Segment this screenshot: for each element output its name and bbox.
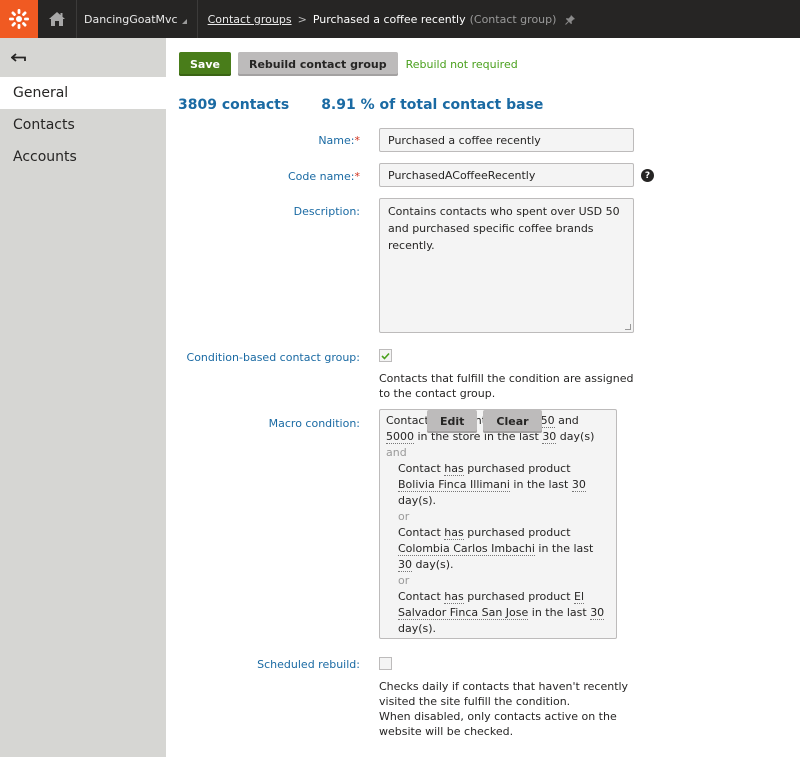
save-button[interactable]: Save xyxy=(179,52,231,76)
scheduled-rebuild-checkbox[interactable] xyxy=(379,657,392,670)
macro-condition-label: Macro condition: xyxy=(268,417,360,430)
condition-based-checkbox[interactable] xyxy=(379,349,392,362)
code-name-label-text: Code name: xyxy=(287,170,355,183)
code-name-label: Code name:* xyxy=(288,170,360,183)
breadcrumb-separator: > xyxy=(297,12,307,26)
site-selector[interactable]: DancingGoatMvc xyxy=(77,0,198,38)
toolbar: Save Rebuild contact group Rebuild not r… xyxy=(179,52,518,76)
contacts-count: 3809 contacts xyxy=(178,97,290,113)
code-name-input[interactable]: PurchasedACoffeeRecently xyxy=(379,163,634,187)
name-label-text: Name: xyxy=(318,134,355,147)
macro-operator-or: or xyxy=(398,574,410,587)
back-button[interactable] xyxy=(0,38,166,77)
contact-base-percentage: 8.91 % of total contact base xyxy=(321,97,544,113)
macro-operator-or: or xyxy=(386,637,610,638)
back-arrow-icon xyxy=(11,52,26,62)
macro-rule-product: Contact has purchased product Bolivia Fi… xyxy=(398,462,586,507)
top-bar: DancingGoatMvc Contact groups > Purchase… xyxy=(0,0,800,38)
macro-param-product[interactable]: Colombia Carlos Imbachi xyxy=(398,542,535,556)
name-input[interactable]: Purchased a coffee recently xyxy=(379,128,634,152)
sidebar-item-accounts[interactable]: Accounts xyxy=(0,141,166,173)
kentico-logo[interactable] xyxy=(0,0,38,38)
help-icon[interactable]: ? xyxy=(641,169,654,182)
macro-rule-product: Contact has purchased product Colombia C… xyxy=(398,526,594,572)
main-content: Save Rebuild contact group Rebuild not r… xyxy=(166,38,800,757)
macro-operator-or: or xyxy=(398,510,410,523)
breadcrumb-current: Purchased a coffee recently xyxy=(312,12,466,26)
scheduled-rebuild-label: Scheduled rebuild: xyxy=(257,658,360,671)
macro-param-product[interactable]: Bolivia Finca Illimani xyxy=(398,478,510,492)
sidebar-item-label: General xyxy=(13,85,69,101)
breadcrumb: Contact groups > Purchased a coffee rece… xyxy=(198,0,577,38)
macro-param-max[interactable]: 5000 xyxy=(386,430,414,444)
kentico-logo-icon xyxy=(9,9,29,29)
macro-condition-box[interactable]: Contact has spent between 50 and 5000 in… xyxy=(379,409,617,639)
contact-stats: 3809 contacts 8.91 % of total contact ba… xyxy=(178,97,543,113)
macro-param-has[interactable]: has xyxy=(444,590,464,604)
macro-operator-and: and xyxy=(386,446,407,459)
macro-param-has[interactable]: has xyxy=(444,462,464,476)
scheduled-rebuild-hint: Checks daily if contacts that haven't re… xyxy=(379,679,639,739)
condition-based-label: Condition-based contact group: xyxy=(186,351,360,364)
caret-down-icon xyxy=(181,19,187,24)
resize-handle[interactable] xyxy=(625,324,631,330)
edit-macro-button[interactable]: Edit xyxy=(427,410,478,433)
breadcrumb-contact-groups-link[interactable]: Contact groups xyxy=(208,13,292,26)
description-label: Description: xyxy=(293,205,360,218)
description-textarea[interactable]: Contains contacts who spent over USD 50 … xyxy=(379,198,634,333)
checkmark-icon xyxy=(381,352,390,360)
sidebar-item-contacts[interactable]: Contacts xyxy=(0,109,166,141)
macro-param-days[interactable]: 30 xyxy=(398,558,412,572)
pin-button[interactable] xyxy=(565,14,576,25)
description-text: Contains contacts who spent over USD 50 … xyxy=(388,205,620,252)
sidebar-item-label: Contacts xyxy=(13,117,75,133)
required-marker: * xyxy=(354,170,361,183)
macro-buttons: Edit Clear xyxy=(427,410,548,433)
required-marker: * xyxy=(354,134,361,147)
pin-icon xyxy=(565,14,576,25)
home-button[interactable] xyxy=(38,0,77,38)
condition-based-hint: Contacts that fulfill the condition are … xyxy=(379,372,634,400)
sidebar-item-general[interactable]: General xyxy=(0,77,166,109)
macro-rule-product: Contact has purchased product El Salvado… xyxy=(398,590,605,635)
site-name: DancingGoatMvc xyxy=(84,12,178,26)
sidebar-item-label: Accounts xyxy=(13,149,77,165)
rebuild-status: Rebuild not required xyxy=(405,57,518,71)
breadcrumb-object-type: (Contact group) xyxy=(469,12,557,26)
macro-param-days[interactable]: 30 xyxy=(590,606,605,620)
clear-macro-button[interactable]: Clear xyxy=(483,410,542,433)
scheduled-rebuild-hint-1: Checks daily if contacts that haven't re… xyxy=(379,680,629,708)
home-icon xyxy=(49,12,65,26)
sidebar: General Contacts Accounts xyxy=(0,38,166,757)
rebuild-contact-group-button[interactable]: Rebuild contact group xyxy=(237,52,398,76)
name-label: Name:* xyxy=(318,134,360,147)
scheduled-rebuild-hint-2: When disabled, only contacts active on t… xyxy=(379,710,617,738)
macro-param-days[interactable]: 30 xyxy=(571,478,586,492)
macro-param-has[interactable]: has xyxy=(444,526,464,540)
